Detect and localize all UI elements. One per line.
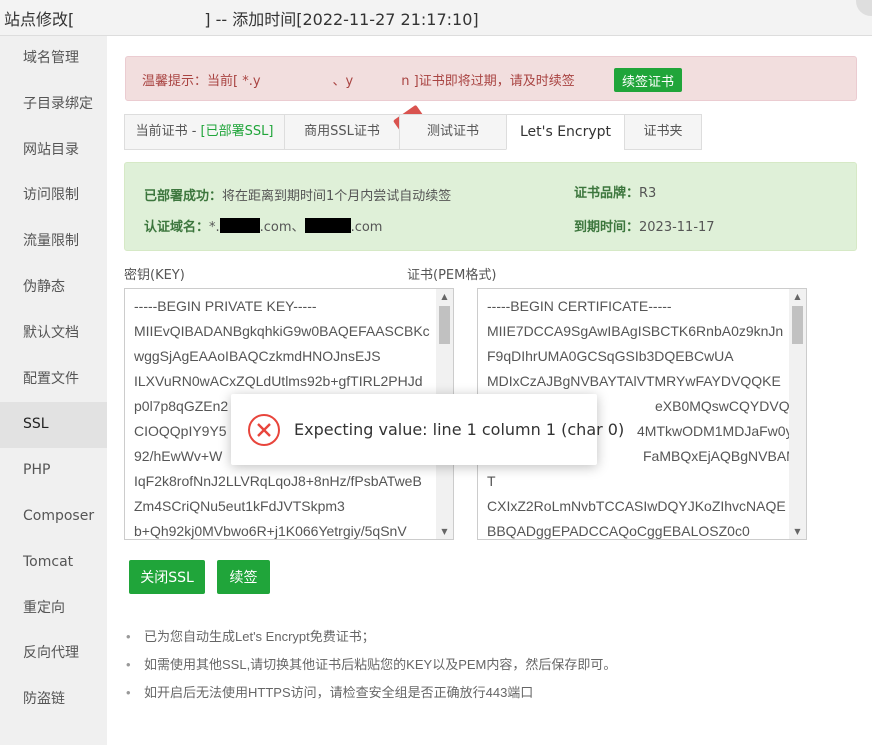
pem-line: MIIE7DCCA9SgAwIBAgISBCTK6RnbA0z9knJn: [487, 323, 784, 339]
pem-line: F9qDIhrUMA0GCSqGSIb3DQEBCwUA: [487, 348, 734, 364]
cert-brand: 证书品牌：R3: [574, 186, 657, 201]
key-line: Zm4SCriQNu5eut1kFdJVTSkpm3: [134, 498, 345, 514]
list-item: • 如需使用其他SSL,请切换其他证书后粘贴您的KEY以及PEM内容，然后保存即可…: [126, 657, 617, 672]
scroll-up-icon[interactable]: ▲: [789, 289, 806, 304]
error-message: Expecting value: line 1 column 1 (char 0…: [294, 420, 625, 439]
deploy-status: 已部署成功：将在距离到期时间1个月内尝试自动续签: [144, 189, 452, 204]
auth-domain: 认证域名：*. .com、 .com: [144, 218, 383, 235]
cert-expiry: 到期时间：2023-11-17: [574, 220, 715, 235]
expiry-warning: 温馨提示：当前[ *.y 、y n ]证书即将过期，请及时续签 续签证书: [125, 56, 857, 101]
sidebar-item-tomcat[interactable]: Tomcat: [0, 540, 107, 586]
scroll-up-icon[interactable]: ▲: [436, 289, 453, 304]
sidebar-item-default-doc[interactable]: 默认文档: [0, 311, 107, 357]
sidebar-item-reverse-proxy[interactable]: 反向代理: [0, 631, 107, 677]
pem-line: -----BEGIN CERTIFICATE-----: [487, 298, 672, 314]
sidebar-item-composer[interactable]: Composer: [0, 494, 107, 540]
pem-line: CXIxZ2RoLmNvbTCCASIwDQYJKoZIhvcNAQE: [487, 498, 786, 514]
sidebar-item-ssl[interactable]: SSL: [0, 402, 107, 449]
redacted-block: [304, 218, 351, 233]
sidebar-item-redirect[interactable]: 重定向: [0, 586, 107, 632]
tab-current-cert[interactable]: 当前证书 - [已部署SSL]: [124, 114, 285, 150]
warning-text: 温馨提示：当前[ *.y 、y n ]证书即将过期，请及时续签: [142, 74, 575, 89]
cert-info-box: 已部署成功：将在距离到期时间1个月内尝试自动续签 认证域名：*. .com、 .co…: [124, 162, 857, 251]
key-line: IqF2k8rofNnJ2LLVRqLqoJ8+8nHz/fPsbATweB: [134, 473, 422, 489]
tab-commercial-ssl[interactable]: 商用SSL证书: [284, 114, 400, 150]
renew-button[interactable]: 续签: [217, 560, 270, 594]
sidebar-item-site-directory[interactable]: 网站目录: [0, 128, 107, 174]
error-icon: [248, 414, 280, 446]
key-line: wggSjAgEAAoIBAQCzkmdHNOJnsEJS: [134, 348, 381, 364]
renew-cert-button[interactable]: 续签证书: [614, 68, 682, 92]
scroll-down-icon[interactable]: ▼: [789, 524, 806, 539]
sidebar-item-rewrite[interactable]: 伪静态: [0, 265, 107, 311]
list-item: • 已为您自动生成Let's Encrypt免费证书；: [126, 629, 375, 644]
scroll-thumb[interactable]: [792, 306, 803, 344]
pem-line: BBQADggEPADCCAQoCggEBALOSZ0c0: [487, 523, 750, 539]
pem-label: 证书(PEM格式): [407, 268, 497, 283]
scroll-down-icon[interactable]: ▼: [436, 524, 453, 539]
scroll-thumb[interactable]: [439, 306, 450, 344]
deployed-badge: [已部署SSL]: [200, 124, 274, 139]
key-line: -----BEGIN PRIVATE KEY-----: [134, 298, 317, 314]
key-line: MIIEvQIBADANBgkqhkiG9w0BAQEFAASCBKc: [134, 323, 430, 339]
sidebar-item-access-limit[interactable]: 访问限制: [0, 173, 107, 219]
close-icon[interactable]: [856, 0, 872, 16]
tab-test-cert[interactable]: 测试证书: [399, 114, 507, 150]
main-panel: 温馨提示：当前[ *.y 、y n ]证书即将过期，请及时续签 续签证书 当前证书 …: [107, 36, 872, 745]
redacted-block: [219, 218, 260, 233]
redacted-domain: [74, 11, 205, 27]
sidebar-item-subdir-binding[interactable]: 子目录绑定: [0, 82, 107, 128]
sidebar-item-php[interactable]: PHP: [0, 448, 107, 494]
window-title: 站点修改[] -- 添加时间[2022-11-27 21:17:10]: [4, 10, 479, 29]
sidebar-item-domain[interactable]: 域名管理: [0, 36, 107, 82]
sidebar-item-traffic-limit[interactable]: 流量限制: [0, 219, 107, 265]
tab-cert-folder[interactable]: 证书夹: [624, 114, 702, 150]
sidebar: 域名管理 子目录绑定 网站目录 访问限制 流量限制 伪静态 默认文档 配置文件 …: [0, 36, 107, 745]
tips-list: • 已为您自动生成Let's Encrypt免费证书； • 如需使用其他SSL,请切…: [126, 628, 616, 712]
key-line: ILXVuRN0wACxZQLdUtlms92b+gfTIRL2PHJd: [134, 373, 423, 389]
close-ssl-button[interactable]: 关闭SSL: [129, 560, 205, 594]
sidebar-item-config-file[interactable]: 配置文件: [0, 357, 107, 403]
pem-line: MDIxCzAJBgNVBAYTAlVTMRYwFAYDVQQKE: [487, 373, 781, 389]
list-item: • 如开启后无法使用HTTPS访问，请检查安全组是否正确放行443端口: [126, 685, 534, 700]
ssl-tabs: 当前证书 - [已部署SSL] 商用SSL证书 推荐 测试证书 Let's En…: [124, 104, 857, 150]
pem-line: T: [487, 473, 496, 489]
key-label: 密钥(KEY): [124, 268, 185, 283]
window-titlebar: 站点修改[] -- 添加时间[2022-11-27 21:17:10]: [0, 0, 872, 36]
sidebar-item-hotlink[interactable]: 防盗链: [0, 677, 107, 723]
key-line: b+Qh92kj0MVbwo6R+j1K066Yetrgiy/5qSnV: [134, 523, 407, 539]
pem-scrollbar[interactable]: ▲ ▼: [789, 289, 806, 539]
tab-lets-encrypt[interactable]: Let's Encrypt: [506, 114, 625, 150]
error-toast: Expecting value: line 1 column 1 (char 0…: [231, 394, 624, 465]
